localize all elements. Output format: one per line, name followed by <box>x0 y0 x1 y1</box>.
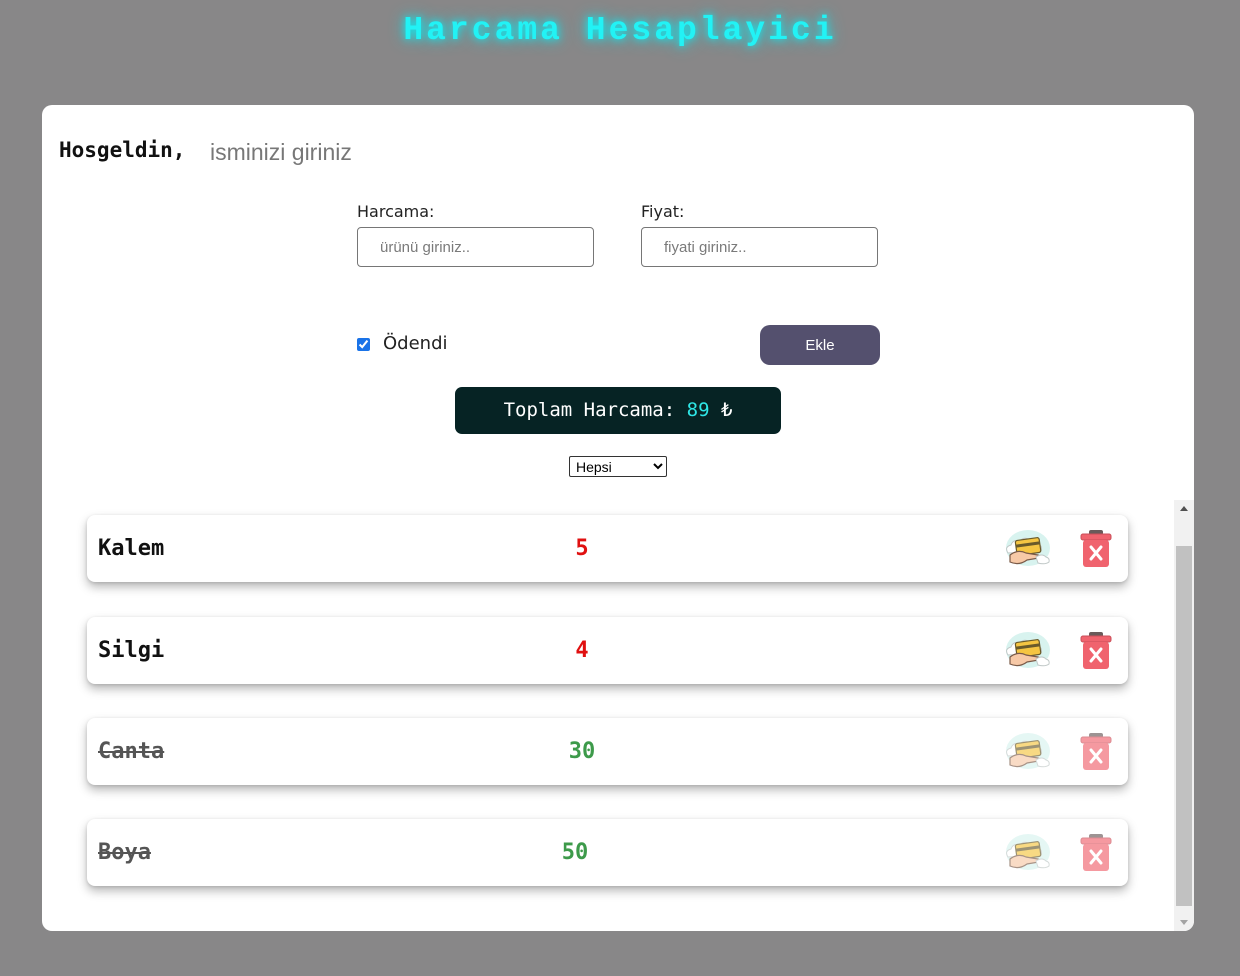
filter-select[interactable]: Hepsi <box>569 456 667 477</box>
item-price: 30 <box>568 739 596 764</box>
app-title: Harcama Hesaplayici <box>403 12 837 49</box>
paid-checkbox[interactable] <box>357 338 370 351</box>
scroll-down-icon[interactable] <box>1174 914 1194 931</box>
item-price: 4 <box>575 638 589 663</box>
item-name: Silgi <box>98 638 165 663</box>
trash-delete-icon[interactable] <box>1078 833 1114 873</box>
card-payment-icon[interactable] <box>1002 728 1052 774</box>
trash-delete-icon[interactable] <box>1078 732 1114 772</box>
expense-label: Harcama: <box>357 202 435 221</box>
total-currency: ₺ <box>720 399 733 421</box>
price-input[interactable] <box>641 227 878 267</box>
expense-card: Hosgeldin, Harcama: Fiyat: Ödendi Ekle T… <box>42 105 1194 931</box>
card-payment-icon[interactable] <box>1002 627 1052 673</box>
card-payment-icon[interactable] <box>1002 829 1052 875</box>
item-name: Kalem <box>98 536 165 561</box>
card-payment-icon[interactable] <box>1002 525 1052 571</box>
name-input[interactable] <box>206 135 454 169</box>
item-price: 50 <box>561 840 589 865</box>
expense-row: Kalem 5 <box>87 515 1128 582</box>
expense-row: Canta 30 <box>87 718 1128 785</box>
expense-input[interactable] <box>357 227 594 267</box>
total-expense-box: Toplam Harcama: 89 ₺ <box>455 387 781 434</box>
scroll-thumb[interactable] <box>1176 546 1192 906</box>
paid-label: Ödendi <box>383 333 448 354</box>
total-label: Toplam Harcama: <box>503 399 676 421</box>
expense-list: Kalem 5 Silgi 4 Canta 30 Boya 50 <box>42 500 1174 931</box>
trash-delete-icon[interactable] <box>1078 529 1114 569</box>
item-name: Boya <box>98 840 151 865</box>
item-price: 5 <box>575 536 589 561</box>
item-name: Canta <box>98 739 165 764</box>
expense-row: Boya 50 <box>87 819 1128 886</box>
add-button[interactable]: Ekle <box>760 325 880 365</box>
total-value: 89 <box>686 399 710 421</box>
scroll-up-icon[interactable] <box>1174 500 1194 517</box>
list-scrollbar[interactable] <box>1174 500 1194 931</box>
trash-delete-icon[interactable] <box>1078 631 1114 671</box>
price-label: Fiyat: <box>641 202 685 221</box>
welcome-label: Hosgeldin, <box>59 138 186 162</box>
expense-row: Silgi 4 <box>87 617 1128 684</box>
